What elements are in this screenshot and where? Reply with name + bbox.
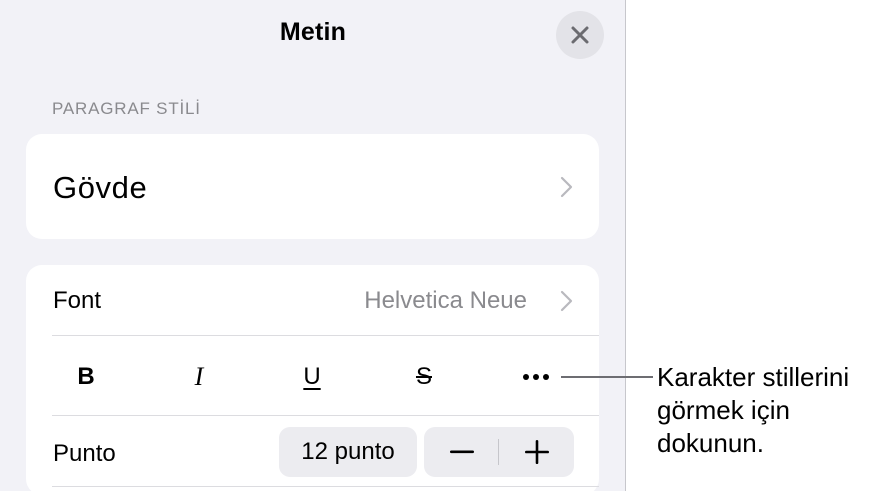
chevron-right-icon [560,290,573,312]
more-character-styles-button[interactable] [508,355,564,399]
font-value: Helvetica Neue [364,287,527,314]
font-settings-card: Font Helvetica Neue B I U S Punto 12 pun… [26,265,599,491]
paragraph-style-row[interactable]: Gövde [26,134,599,239]
panel-edge [625,0,626,491]
font-row[interactable]: Font Helvetica Neue [26,265,599,335]
callout-text: Karakter stillerini görmek için dokunun. [657,361,849,460]
callout-line-2: görmek için [657,395,790,425]
paragraph-style-section-label: PARAGRAF STİLİ [52,99,201,118]
callout-line-3: dokunun. [657,428,764,458]
decrease-size-button[interactable] [424,427,499,477]
callout-leader-line [561,376,653,378]
panel-title: Metin [279,18,347,46]
font-size-stepper [424,427,574,477]
size-label: Punto [53,440,116,467]
separator [52,415,599,416]
underline-button[interactable]: U [284,355,340,399]
strikethrough-button[interactable]: S [396,355,452,399]
increase-size-button[interactable] [499,427,574,477]
callout-line-1: Karakter stillerini [657,362,850,392]
separator [52,335,599,336]
font-size-value[interactable]: 12 punto [279,427,417,477]
separator [52,486,599,487]
plus-icon [524,440,549,464]
minus-icon [449,450,474,454]
font-label: Font [53,287,102,314]
text-format-panel: Metin PARAGRAF STİLİ Gövde Font Helvetic… [0,0,626,491]
ellipsis-icon [523,374,549,380]
italic-button[interactable]: I [171,355,227,399]
paragraph-style-value: Gövde [53,170,148,205]
chevron-right-icon [560,176,573,198]
close-button[interactable] [556,11,604,59]
bold-button[interactable]: B [58,355,114,399]
close-icon [571,26,589,44]
